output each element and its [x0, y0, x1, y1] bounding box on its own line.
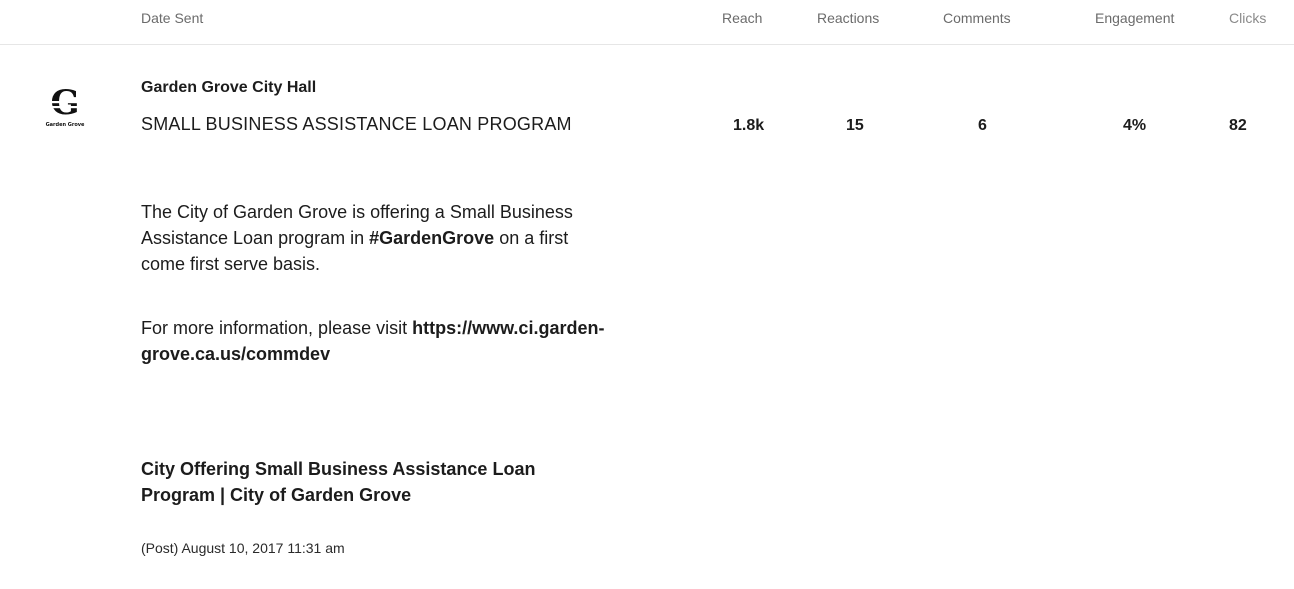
column-reactions[interactable]: Reactions — [817, 10, 879, 26]
column-comments[interactable]: Comments — [943, 10, 1011, 26]
post-body: The City of Garden Grove is offering a S… — [141, 199, 611, 277]
column-clicks[interactable]: Clicks — [1229, 10, 1266, 26]
table-header: Date Sent Reach Reactions Comments Engag… — [0, 0, 1294, 45]
logo-text: Garden Grove — [46, 122, 85, 128]
metric-reach: 1.8k — [733, 117, 765, 134]
metric-reactions: 15 — [846, 117, 864, 134]
metric-comments: 6 — [978, 117, 987, 134]
info-text: For more information, please visit — [141, 318, 413, 338]
account-logo: G Garden Grove — [28, 83, 104, 128]
metric-engagement: 4% — [1123, 117, 1147, 134]
link-title[interactable]: City Offering Small Business Assistance … — [141, 456, 611, 508]
account-name[interactable]: Garden Grove City Hall — [141, 79, 316, 97]
post-info: For more information, please visit https… — [141, 315, 611, 367]
column-engagement[interactable]: Engagement — [1095, 10, 1174, 26]
metric-clicks: 82 — [1229, 117, 1247, 134]
hashtag-link[interactable]: #GardenGrove — [369, 228, 494, 248]
svg-text:G: G — [50, 84, 79, 123]
post-timestamp: (Post) August 10, 2017 11:31 am — [141, 540, 345, 556]
column-reach[interactable]: Reach — [722, 10, 762, 26]
column-date-sent[interactable]: Date Sent — [141, 10, 203, 26]
post-headline: SMALL BUSINESS ASSISTANCE LOAN PROGRAM — [141, 114, 572, 134]
